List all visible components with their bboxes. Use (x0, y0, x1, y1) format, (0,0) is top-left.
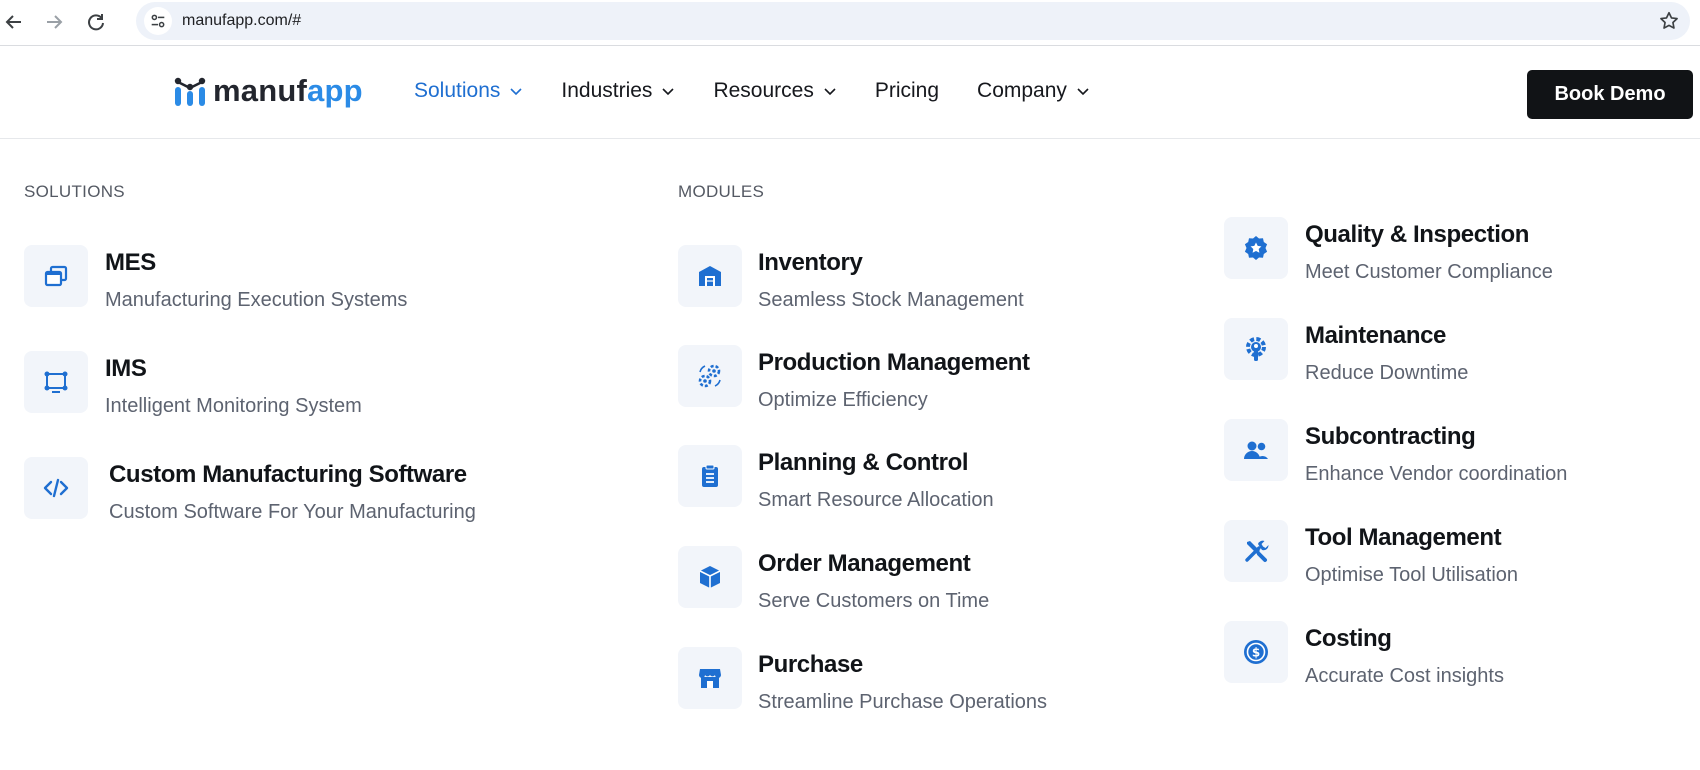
main-nav: Solutions Industries Resources Pricing C… (414, 79, 1128, 103)
module-title: Quality & Inspection (1305, 221, 1530, 248)
logo-mark-icon (174, 77, 206, 106)
monitoring-icon (44, 371, 68, 393)
module-subtitle: Enhance Vendor coordination (1305, 463, 1568, 485)
module-subtitle: Seamless Stock Management (758, 289, 1024, 311)
bookmark-star-icon[interactable] (1658, 10, 1680, 32)
solution-title: MES (105, 249, 156, 276)
module-subtitle: Meet Customer Compliance (1305, 261, 1553, 283)
solution-tile (24, 245, 88, 307)
module-title: Production Management (758, 349, 1030, 376)
solution-title: IMS (105, 355, 147, 382)
module-subtitle: Streamline Purchase Operations (758, 691, 1048, 713)
module-tile (1224, 318, 1288, 380)
chevron-down-icon (662, 88, 675, 96)
tune-icon (151, 14, 165, 28)
solution-tile (24, 457, 88, 519)
solution-subtitle: Manufacturing Execution Systems (105, 289, 408, 311)
gears-icon (698, 364, 721, 388)
nav-industries[interactable]: Industries (561, 79, 675, 103)
reload-button[interactable] (82, 8, 110, 36)
module-tile: $ (1224, 621, 1288, 683)
nav-solutions-label: Solutions (414, 79, 501, 102)
logo-wordmark: manufapp (213, 74, 363, 108)
nav-resources[interactable]: Resources (713, 79, 836, 103)
url-text: manufapp.com/# (182, 12, 302, 29)
nav-resources-label: Resources (713, 79, 814, 102)
solution-subtitle: Intelligent Monitoring System (105, 395, 362, 417)
reload-icon (88, 14, 104, 31)
clipboard-icon (702, 464, 718, 487)
module-title: Costing (1305, 625, 1392, 652)
store-icon (699, 669, 721, 688)
book-demo-button[interactable]: Book Demo (1527, 70, 1693, 119)
nav-company-label: Company (977, 79, 1067, 102)
site-info-button[interactable] (144, 7, 172, 35)
back-arrow-icon (5, 15, 21, 29)
module-subtitle: Accurate Cost insights (1305, 665, 1504, 687)
nav-pricing[interactable]: Pricing (875, 79, 939, 103)
nav-solutions[interactable]: Solutions (414, 79, 523, 103)
module-subtitle: Serve Customers on Time (758, 590, 990, 612)
award-icon (1244, 236, 1268, 260)
module-title: Maintenance (1305, 322, 1446, 349)
nav-pricing-label: Pricing (874, 79, 940, 102)
module-subtitle: Reduce Downtime (1305, 362, 1469, 384)
module-tile (1224, 217, 1288, 279)
forward-button[interactable] (40, 8, 68, 36)
module-title: Inventory (758, 249, 863, 276)
logo-text-dark: manuf (213, 73, 307, 108)
forward-arrow-icon (47, 15, 63, 29)
solutions-heading: SOLUTIONS (24, 182, 125, 201)
gear-wrench-icon (1246, 337, 1266, 361)
module-subtitle: Optimize Efficiency (758, 389, 928, 411)
chevron-down-icon (824, 88, 836, 96)
site-header: manufapp Solutions Industries Resources … (0, 47, 1700, 139)
solution-subtitle: Custom Software For Your Manufacturing (109, 501, 476, 523)
module-title: Subcontracting (1305, 423, 1476, 450)
logo-text-blue: app (307, 73, 363, 108)
windows-icon (44, 265, 68, 287)
module-title: Order Management (758, 550, 971, 577)
box-icon (699, 566, 721, 588)
module-subtitle: Optimise Tool Utilisation (1305, 564, 1519, 586)
module-tile (678, 245, 742, 307)
module-title: Purchase (758, 651, 863, 678)
dollar-coin-icon: $ (1244, 640, 1268, 664)
module-tile (678, 445, 742, 507)
chevron-down-icon (510, 88, 522, 96)
modules-heading: MODULES (678, 182, 765, 201)
address-bar[interactable]: manufapp.com/# (136, 2, 1690, 40)
module-subtitle: Smart Resource Allocation (758, 489, 994, 511)
solution-title: Custom Manufacturing Software (109, 461, 467, 488)
nav-company[interactable]: Company (977, 79, 1090, 103)
module-tile (678, 647, 742, 709)
module-tile (678, 546, 742, 608)
module-tile (1224, 419, 1288, 481)
users-icon (1244, 441, 1268, 459)
solution-tile (24, 351, 88, 413)
warehouse-icon (699, 266, 721, 286)
browser-toolbar: manufapp.com/# (0, 0, 1700, 46)
module-tile (678, 345, 742, 407)
chevron-down-icon (1077, 88, 1089, 96)
module-title: Planning & Control (758, 449, 969, 476)
module-tile (1224, 520, 1288, 582)
manufapp-logo[interactable]: manufapp (173, 74, 363, 108)
back-button[interactable] (0, 8, 28, 36)
tools-icon (1245, 540, 1269, 562)
module-title: Tool Management (1305, 524, 1502, 551)
svg-text:$: $ (1252, 646, 1260, 660)
nav-industries-label: Industries (561, 79, 653, 102)
code-icon (43, 478, 69, 498)
